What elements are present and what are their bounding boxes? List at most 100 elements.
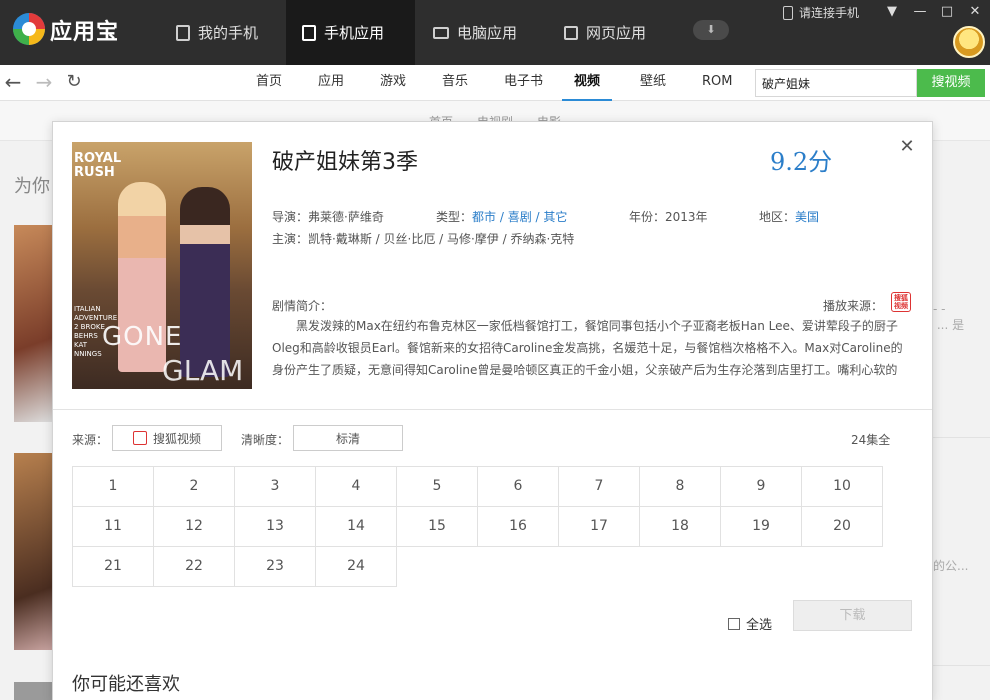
connect-phone-link[interactable]: 请连接手机 — [783, 4, 859, 21]
synopsis-label: 剧情简介： — [272, 299, 333, 313]
episode-cell[interactable]: 15 — [396, 506, 478, 547]
director-label: 导演： — [272, 210, 309, 224]
select-all-toggle[interactable]: 全选 — [728, 614, 772, 633]
year-row: 年份：2013年 — [629, 208, 708, 225]
tab-label: 手机应用 — [324, 24, 385, 42]
episode-cell[interactable]: 19 — [720, 506, 802, 547]
genre-row: 类型：都市 / 喜剧 / 其它 — [436, 208, 567, 225]
sohu-small-icon — [132, 431, 147, 445]
phone-icon — [176, 24, 190, 41]
download-arrow-icon: ⬇ — [706, 23, 716, 36]
side-text: - - ... 是 — [933, 302, 965, 332]
episode-cell[interactable]: 14 — [315, 506, 397, 547]
poster-text: ROYAL RUSH — [74, 151, 122, 180]
divider — [933, 437, 990, 438]
tab-label: 我的手机 — [198, 24, 259, 42]
refresh-icon[interactable]: ↻ — [62, 71, 86, 95]
director-value: 弗莱德·萨维奇 — [308, 210, 384, 224]
episode-cell[interactable]: 13 — [234, 506, 316, 547]
episode-count: 24集全 — [851, 433, 891, 447]
episode-cell[interactable]: 11 — [72, 506, 154, 547]
nav-wallpaper[interactable]: 壁纸 — [636, 65, 670, 101]
episode-cell[interactable]: 12 — [153, 506, 235, 547]
quality-select-value: 标清 — [335, 431, 360, 446]
tab-mobile-apps[interactable]: 手机应用 — [286, 0, 415, 65]
tab-label: 网页应用 — [586, 24, 647, 42]
synopsis-text: 黑发泼辣的Max在纽约布鲁克林区一家低档餐馆打工，餐馆同事包括小个子亚裔老板Ha… — [272, 319, 903, 377]
select-all-label: 全选 — [746, 618, 773, 633]
section-title: 为你 — [14, 176, 50, 197]
episode-cell[interactable]: 1 — [72, 466, 154, 507]
year-value: 2013年 — [665, 210, 708, 224]
nav-ebooks[interactable]: 电子书 — [500, 65, 547, 101]
download-manager-button[interactable]: ⬇ — [693, 20, 729, 40]
nav-games[interactable]: 游戏 — [376, 65, 410, 101]
nav-home[interactable]: 首页 — [252, 65, 286, 101]
episode-cell[interactable]: 6 — [477, 466, 559, 507]
close-dialog-icon[interactable]: ✕ — [898, 138, 916, 156]
background-poster[interactable] — [14, 682, 52, 700]
episode-cell[interactable]: 7 — [558, 466, 640, 507]
sohu-video-icon[interactable]: 搜狐 视频 — [891, 292, 911, 312]
source-label: 来源： — [72, 433, 109, 447]
minimize-icon[interactable]: — — [911, 3, 929, 21]
genre-value[interactable]: 都市 / 喜剧 / 其它 — [472, 210, 567, 224]
cast-row: 主演：凯特·戴琳斯 / 贝丝·比厄 / 马修·摩伊 / 乔纳森·克特 — [272, 230, 574, 247]
episode-cell[interactable]: 21 — [72, 546, 154, 587]
web-page-icon — [564, 25, 578, 40]
search-input[interactable] — [755, 69, 917, 97]
title-bar: 应用宝 我的手机 手机应用 电脑应用 网页应用 ⬇ 请连接手机 ▼ — □ ✕ — [0, 0, 990, 65]
divider — [933, 665, 990, 666]
episode-cell[interactable]: 8 — [639, 466, 721, 507]
nav-music[interactable]: 音乐 — [438, 65, 472, 101]
episode-cell[interactable]: 16 — [477, 506, 559, 547]
quality-select[interactable]: 标清 — [293, 425, 403, 451]
menu-icon[interactable]: ▼ — [883, 3, 901, 21]
genre-label: 类型： — [436, 210, 473, 224]
close-window-icon[interactable]: ✕ — [966, 3, 984, 21]
maximize-icon[interactable]: □ — [938, 3, 956, 21]
nav-video[interactable]: 视频 — [562, 65, 613, 101]
episode-cell[interactable]: 10 — [801, 466, 883, 507]
you-may-also-like-heading: 你可能还喜欢 — [72, 674, 180, 695]
tab-pc-apps[interactable]: 电脑应用 — [417, 0, 533, 65]
app-store-icon — [302, 24, 316, 41]
region-value[interactable]: 美国 — [795, 210, 819, 224]
episode-cell[interactable]: 18 — [639, 506, 721, 547]
episode-cell[interactable]: 3 — [234, 466, 316, 507]
nav-apps[interactable]: 应用 — [314, 65, 348, 101]
download-button[interactable]: 下载 — [793, 600, 912, 631]
episode-cell[interactable]: 5 — [396, 466, 478, 507]
nav-rom[interactable]: ROM — [698, 65, 736, 101]
region-row: 地区：美国 — [759, 208, 819, 225]
user-avatar[interactable] — [953, 26, 985, 58]
episode-cell[interactable]: 17 — [558, 506, 640, 547]
quality-label: 清晰度： — [241, 433, 290, 447]
tab-my-phone[interactable]: 我的手机 — [160, 0, 274, 65]
source-select-value: 搜狐视频 — [152, 431, 201, 446]
connect-phone-label: 请连接手机 — [799, 6, 860, 20]
episode-cell[interactable]: 9 — [720, 466, 802, 507]
episode-cell[interactable]: 4 — [315, 466, 397, 507]
poster-text: GONE — [102, 322, 183, 352]
background-poster[interactable] — [14, 225, 52, 422]
forward-arrow-icon[interactable]: → — [32, 71, 56, 95]
episode-cell[interactable]: 22 — [153, 546, 235, 587]
select-all-checkbox[interactable] — [728, 617, 740, 630]
tab-web-apps[interactable]: 网页应用 — [548, 0, 662, 65]
search-video-button[interactable]: 搜视频 — [917, 69, 985, 97]
background-poster[interactable] — [14, 453, 52, 650]
video-detail-dialog: ROYAL RUSH ITALIAN ADVENTURE 2 BROKE BEH… — [52, 121, 933, 700]
back-arrow-icon[interactable]: ← — [1, 71, 25, 95]
source-select[interactable]: 搜狐视频 — [112, 425, 222, 451]
poster-figure — [180, 187, 230, 377]
app-logo-icon — [13, 13, 45, 45]
play-source-label: 播放来源： — [823, 299, 884, 313]
episode-cell[interactable]: 2 — [153, 466, 235, 507]
episode-cell[interactable]: 20 — [801, 506, 883, 547]
episode-cell[interactable]: 24 — [315, 546, 397, 587]
video-poster: ROYAL RUSH ITALIAN ADVENTURE 2 BROKE BEH… — [72, 142, 252, 389]
dialog-header: ROYAL RUSH ITALIAN ADVENTURE 2 BROKE BEH… — [53, 122, 932, 410]
director-row: 导演：弗莱德·萨维奇 — [272, 208, 384, 225]
episode-cell[interactable]: 23 — [234, 546, 316, 587]
